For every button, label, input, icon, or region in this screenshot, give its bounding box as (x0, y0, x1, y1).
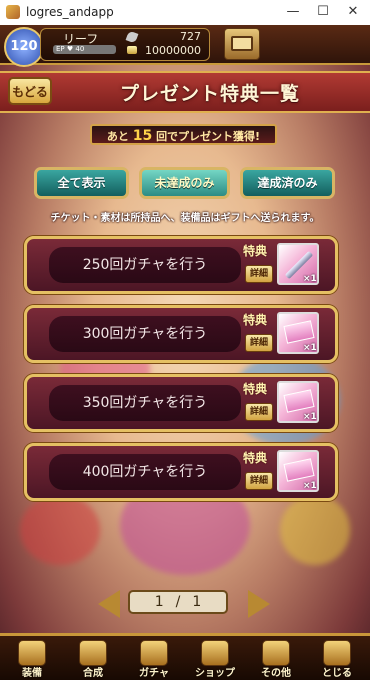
present-box-button[interactable] (224, 28, 260, 60)
shop-icon (201, 640, 229, 666)
currency-a-value: 727 (180, 30, 201, 43)
mission-row: 350回ガチャを行う 特典 詳細 ×1 (24, 374, 338, 432)
coin-icon (127, 46, 137, 54)
mission-label: 400回ガチャを行う (49, 454, 241, 490)
counter-number: 15 (132, 128, 153, 144)
counter-suffix: 回でプレゼント獲得! (156, 130, 261, 143)
ticket-icon (283, 389, 315, 413)
present-box-icon (231, 36, 253, 51)
mission-row: 250回ガチャを行う 特典 詳細 ×1 (24, 236, 338, 294)
detail-button[interactable]: 詳細 (245, 334, 273, 352)
mission-row: 400回ガチャを行う 特典 詳細 ×1 (24, 443, 338, 501)
gacha-icon (140, 640, 168, 666)
back-button[interactable]: もどる (8, 77, 52, 105)
player-plate: リーフ EP ♥ 40 727 10000000 (40, 28, 210, 61)
close-icon (323, 640, 351, 666)
background-decoration (20, 495, 100, 565)
window-title: logres_andapp (26, 5, 114, 19)
mission-label: 300回ガチャを行う (49, 316, 241, 352)
page-title: プレゼント特典一覧 (119, 83, 300, 105)
filter-incomplete-button[interactable]: 未達成のみ (139, 167, 230, 199)
bonus-label: 特典 (243, 382, 268, 396)
total-pages: 1 (192, 594, 202, 610)
counter-prefix: あと (106, 130, 129, 143)
game-screen: 120 リーフ EP ♥ 40 727 10000000 もどる プレゼント特典… (0, 25, 370, 680)
current-page: 1 (154, 594, 164, 610)
bonus-label: 特典 (243, 451, 268, 465)
header-band: もどる プレゼント特典一覧 (0, 71, 370, 113)
leaf-icon (125, 30, 139, 44)
nav-label: 合成 (83, 668, 103, 679)
minimize-button[interactable]: — (278, 3, 308, 21)
filter-complete-button[interactable]: 達成済のみ (240, 167, 335, 199)
window-titlebar: logres_andapp — ☐ ✕ (0, 0, 370, 26)
nav-label: とじる (322, 668, 352, 679)
bottom-nav: 装備 合成 ガチャ ショップ その他 とじる (0, 633, 370, 680)
close-window-button[interactable]: ✕ (338, 3, 368, 21)
nav-other[interactable]: その他 (246, 636, 306, 680)
mission-label: 350回ガチャを行う (49, 385, 241, 421)
reward-quantity: ×1 (303, 412, 317, 422)
delivery-note: チケット・素材は所持品へ、装備品はギフトへ送られます。 (50, 213, 320, 224)
hammer-icon (79, 640, 107, 666)
reward-quantity: ×1 (303, 343, 317, 353)
mission-label: 250回ガチャを行う (49, 247, 241, 283)
nav-gacha[interactable]: ガチャ (124, 636, 184, 680)
ticket-icon (283, 458, 315, 482)
bonus-label: 特典 (243, 313, 268, 327)
nav-label: その他 (261, 668, 291, 679)
page-indicator: 1 / 1 (128, 590, 228, 614)
nav-label: 装備 (22, 668, 42, 679)
ep-gauge: EP ♥ 40 (53, 45, 116, 54)
background-decoration (280, 495, 350, 565)
bonus-label: 特典 (243, 244, 268, 258)
nav-close[interactable]: とじる (307, 636, 367, 680)
remaining-counter: あと 15 回でプレゼント獲得! (90, 124, 277, 145)
reward-quantity: ×1 (303, 481, 317, 491)
detail-button[interactable]: 詳細 (245, 472, 273, 490)
nav-shop[interactable]: ショップ (185, 636, 245, 680)
nav-label: ショップ (195, 668, 235, 679)
nav-synthesis[interactable]: 合成 (63, 636, 123, 680)
filter-all-button[interactable]: 全て表示 (34, 167, 129, 199)
detail-button[interactable]: 詳細 (245, 265, 273, 283)
nav-equip[interactable]: 装備 (2, 636, 62, 680)
app-icon (6, 5, 20, 19)
status-bar: 120 リーフ EP ♥ 40 727 10000000 (0, 25, 370, 67)
sword-icon (18, 640, 46, 666)
ticket-icon (283, 320, 315, 344)
nav-label: ガチャ (139, 668, 169, 679)
currency-b-value: 10000000 (145, 44, 201, 57)
maximize-button[interactable]: ☐ (308, 3, 338, 21)
prev-page-arrow-icon[interactable] (98, 590, 120, 618)
pagination: 1 / 1 (0, 588, 370, 618)
mission-row: 300回ガチャを行う 特典 詳細 ×1 (24, 305, 338, 363)
gear-icon (262, 640, 290, 666)
reward-quantity: ×1 (303, 274, 317, 284)
page-separator: / (175, 594, 181, 610)
detail-button[interactable]: 詳細 (245, 403, 273, 421)
level-badge: 120 (4, 27, 44, 67)
next-page-arrow-icon[interactable] (248, 590, 270, 618)
